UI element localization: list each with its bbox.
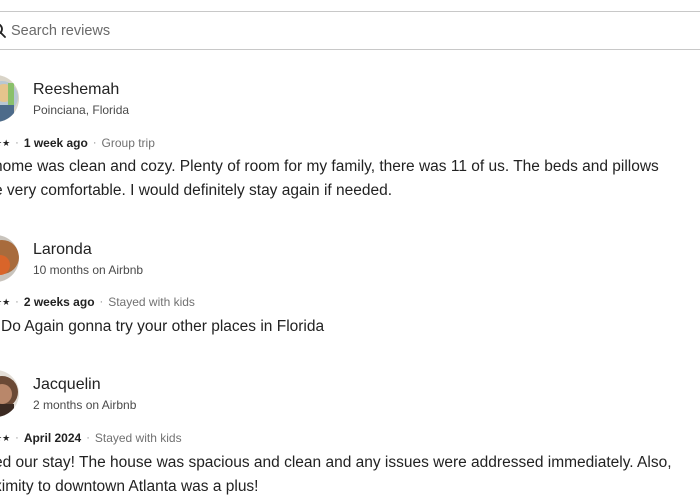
separator: ·	[86, 432, 90, 444]
reviewer-location: Poinciana, Florida	[33, 103, 130, 117]
search-icon	[0, 22, 9, 40]
review-date: April 2024	[23, 431, 82, 445]
search-bar[interactable]	[0, 11, 700, 50]
reviewer-name: Reeshemah	[33, 81, 120, 98]
search-input[interactable]	[11, 12, 691, 49]
star-rating-icon: ★★	[0, 432, 11, 443]
review-text-line: Do Again gonna try your other places in …	[1, 318, 325, 335]
review-date: 1 week ago	[23, 136, 88, 150]
review-meta: ★★ · 2 weeks ago · Stayed with kids	[0, 295, 195, 309]
review-text-line: ximity to downtown Atlanta was a plus!	[0, 478, 259, 495]
reviewer-name: Jacquelin	[33, 376, 101, 393]
reviewer-name: Laronda	[33, 241, 92, 258]
review-meta: ★★ · April 2024 · Stayed with kids	[0, 431, 182, 445]
review-date: 2 weeks ago	[23, 295, 95, 309]
trip-type: Stayed with kids	[108, 295, 195, 309]
star-rating-icon: ★★	[0, 137, 11, 148]
star-rating-icon: ★★	[0, 296, 11, 307]
review-meta: ★★ · 1 week ago · Group trip	[0, 136, 155, 150]
review-text-line: ed our stay! The house was spacious and …	[0, 454, 672, 471]
separator: ·	[99, 296, 104, 308]
avatar[interactable]	[0, 235, 19, 282]
separator: ·	[15, 137, 19, 149]
trip-type: Group trip	[101, 136, 155, 150]
reviewer-tenure: 2 months on Airbnb	[33, 398, 137, 412]
separator: ·	[92, 137, 97, 149]
review-text-line: home was clean and cozy. Plenty of room …	[0, 158, 659, 175]
trip-type: Stayed with kids	[94, 431, 182, 445]
avatar[interactable]	[0, 370, 19, 417]
review-text-line: e very comfortable. I would definitely s…	[0, 182, 393, 199]
separator: ·	[15, 432, 19, 444]
separator: ·	[15, 296, 19, 308]
reviewer-tenure: 10 months on Airbnb	[33, 263, 144, 277]
avatar[interactable]	[0, 75, 19, 122]
